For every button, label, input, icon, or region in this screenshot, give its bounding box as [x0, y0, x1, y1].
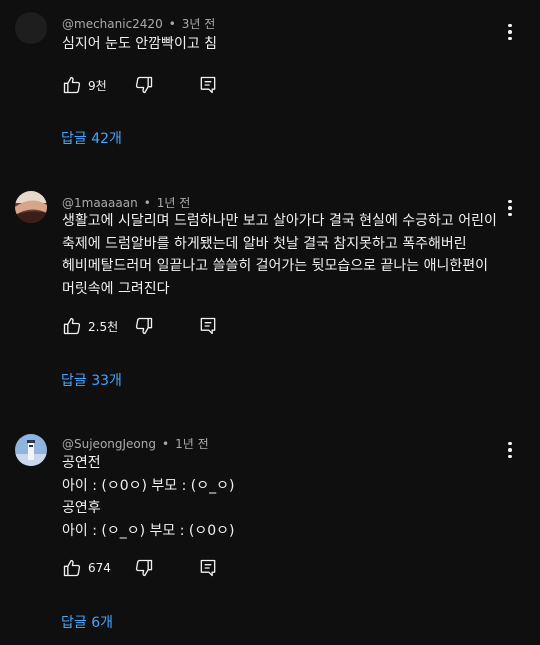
- action-bar: 674: [62, 556, 216, 580]
- reply-button[interactable]: [198, 316, 218, 336]
- like-count: 2.5천: [88, 319, 119, 334]
- timestamp[interactable]: 1년 전: [175, 437, 209, 451]
- like-count: 674: [88, 561, 111, 575]
- thumbs-up-icon: [63, 559, 81, 577]
- thumbs-up-icon: [63, 317, 81, 335]
- comment-icon: [200, 76, 216, 94]
- view-replies-button[interactable]: 답글 6개: [61, 612, 113, 632]
- comment-icon: [200, 559, 216, 577]
- dislike-button[interactable]: [134, 75, 154, 95]
- avatar-image: [15, 191, 47, 223]
- thumbs-down-icon: [135, 317, 153, 335]
- more-vertical-icon[interactable]: [500, 440, 520, 460]
- thumbs-up-icon: [63, 76, 81, 94]
- more-vertical-icon[interactable]: [500, 198, 520, 218]
- author-name[interactable]: @1maaaaan: [62, 196, 138, 210]
- separator-dot: •: [143, 196, 151, 210]
- like-button[interactable]: 9천: [62, 75, 107, 95]
- reply-button[interactable]: [198, 558, 218, 578]
- comment-line: 심지어 눈도 안깜빡이고 침: [62, 36, 218, 52]
- comment-line: 공연후: [62, 500, 101, 516]
- avatar[interactable]: [15, 434, 47, 466]
- comment-line: 헤비메탈드러머 일끝나고 쓸쓸히 걸어가는 뒷모습으로 끝나는 애니한편이: [62, 258, 488, 274]
- avatar[interactable]: [15, 191, 47, 223]
- action-bar: 2.5천: [62, 314, 216, 338]
- timestamp[interactable]: 3년 전: [182, 17, 216, 31]
- dislike-button[interactable]: [134, 558, 154, 578]
- comment-text: 생활고에 시달리며 드럼하나만 보고 살아가다 결국 현실에 수긍하고 어린이 …: [62, 210, 500, 300]
- comment-line: 공연전: [62, 455, 101, 471]
- thumbs-down-icon: [135, 559, 153, 577]
- action-bar: 9천: [62, 73, 216, 97]
- reply-button[interactable]: [198, 75, 218, 95]
- comment-line: 아이 : (ㅇ0ㅇ) 부모 : (ㅇ_ㅇ): [62, 477, 235, 494]
- like-count: 9천: [88, 78, 107, 93]
- like-button[interactable]: 674: [62, 558, 111, 578]
- comment-meta: @SujeongJeong • 1년 전: [62, 435, 209, 452]
- comment-text: 심지어 눈도 안깜빡이고 침: [62, 33, 500, 56]
- more-vertical-icon[interactable]: [500, 22, 520, 42]
- separator-dot: •: [162, 437, 170, 451]
- comment-line: 머릿속에 그려진다: [62, 280, 170, 297]
- dislike-button[interactable]: [134, 316, 154, 336]
- thumbs-down-icon: [135, 76, 153, 94]
- avatar-image: [15, 434, 47, 466]
- separator-dot: •: [168, 17, 176, 31]
- view-replies-button[interactable]: 답글 33개: [61, 370, 122, 390]
- comment-line: 생활고에 시달리며 드럼하나만 보고 살아가다 결국 현실에 수긍하고 어린이: [62, 213, 497, 229]
- comment-line: 축제에 드럼알바를 하게됐는데 알바 첫날 결국 참지못하고 폭주해버린: [62, 235, 467, 252]
- author-name[interactable]: @SujeongJeong: [62, 437, 156, 451]
- comment-meta: @mechanic2420 • 3년 전: [62, 15, 215, 32]
- avatar[interactable]: [15, 12, 47, 44]
- comment-meta: @1maaaaan • 1년 전: [62, 194, 190, 211]
- author-name[interactable]: @mechanic2420: [62, 17, 163, 31]
- view-replies-button[interactable]: 답글 42개: [61, 128, 122, 148]
- comment-text: 공연전 아이 : (ㅇ0ㅇ) 부모 : (ㅇ_ㅇ) 공연후 아이 : (ㅇ_ㅇ)…: [62, 452, 500, 542]
- timestamp[interactable]: 1년 전: [157, 196, 191, 210]
- comment-icon: [200, 317, 216, 335]
- comment-line: 아이 : (ㅇ_ㅇ) 부모 : (ㅇ0ㅇ): [62, 522, 235, 539]
- like-button[interactable]: 2.5천: [62, 316, 118, 336]
